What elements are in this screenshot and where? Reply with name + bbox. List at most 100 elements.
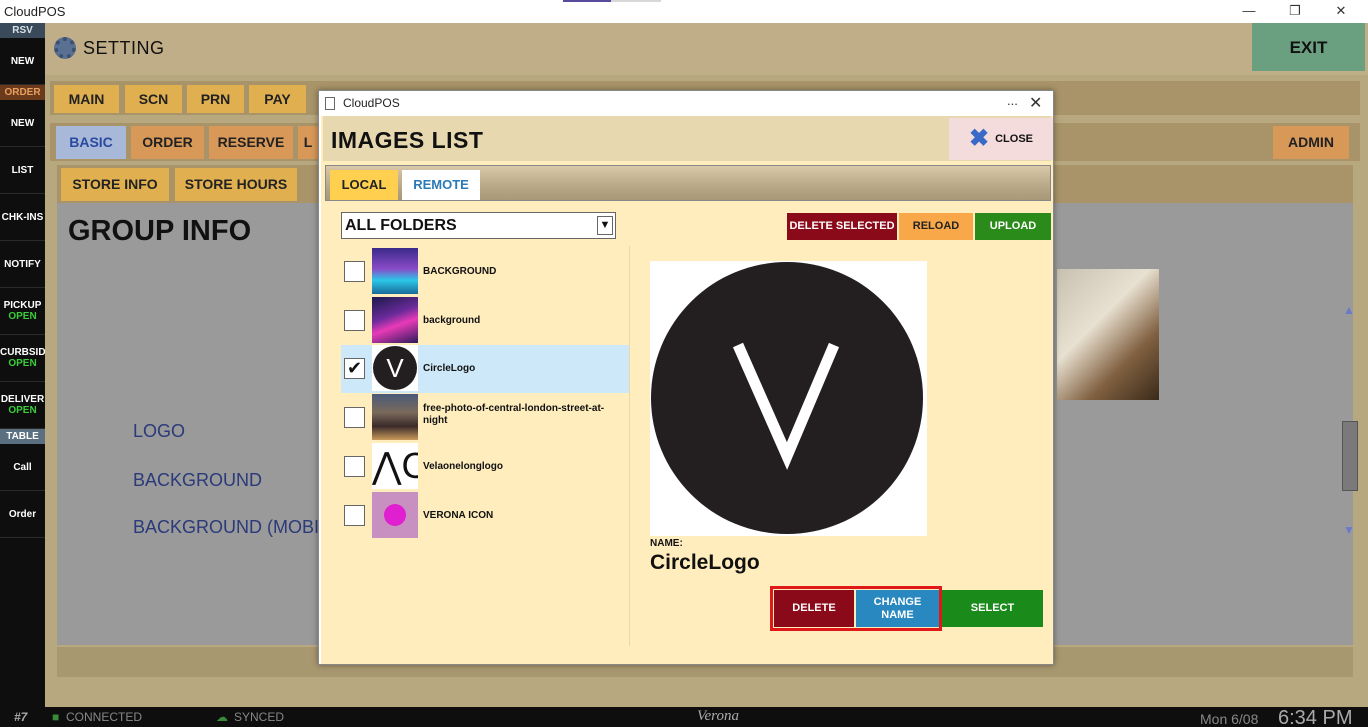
taskbar-accent-2	[611, 0, 661, 2]
select-button[interactable]: SELECT	[942, 590, 1043, 627]
image-row-velaonelonglogo[interactable]: ⋀C Velaonelonglogo	[341, 443, 629, 491]
sidebar-item-label: LIST	[11, 164, 34, 176]
tab-basic[interactable]: BASIC	[56, 126, 126, 159]
sidebar-item-label: CURBSID	[0, 347, 46, 358]
tab-store-hours[interactable]: STORE HOURS	[175, 168, 297, 201]
image-checkbox[interactable]	[344, 505, 365, 526]
image-thumbnail: V	[372, 345, 418, 391]
sync-status: SYNCED	[234, 710, 285, 724]
image-checkbox[interactable]	[344, 456, 365, 477]
dialog-header: IMAGES LIST ✖ CLOSE	[323, 116, 1053, 161]
sidebar-item-curbside[interactable]: CURBSID OPEN	[0, 335, 46, 382]
delivery-status: OPEN	[8, 405, 37, 416]
image-thumbnail	[372, 248, 418, 294]
tab-pay[interactable]: PAY	[249, 85, 306, 113]
tab-remote[interactable]: REMOTE	[402, 170, 480, 200]
date: Mon 6/08	[1200, 711, 1259, 727]
sidebar-item-label: NEW	[10, 117, 35, 129]
image-thumbnail	[372, 297, 418, 343]
sidebar-item-order[interactable]: Order	[0, 491, 45, 538]
sidebar-header-order: ORDER	[0, 85, 45, 100]
brand-logo: Verona	[697, 708, 739, 724]
image-row-circlelogo[interactable]: ✔ V CircleLogo	[341, 345, 629, 393]
sidebar-item-list[interactable]: LIST	[0, 147, 45, 194]
sidebar-item-new-order[interactable]: NEW	[0, 100, 45, 147]
group-info-title: GROUP INFO	[68, 215, 252, 247]
sidebar-item-label: DELIVER	[0, 394, 45, 405]
tab-main[interactable]: MAIN	[54, 85, 119, 113]
image-name: Velaonelonglogo	[423, 461, 504, 472]
image-name: free-photo-of-central-london-street-at-n…	[423, 403, 605, 426]
verona-icon-thumb	[384, 504, 406, 526]
image-thumbnail	[372, 492, 418, 538]
reload-button[interactable]: RELOAD	[899, 213, 973, 240]
restore-button[interactable]: ❐	[1283, 2, 1307, 20]
document-icon	[325, 97, 335, 110]
image-row-background-lower[interactable]: background	[341, 297, 629, 345]
dialog-close-x-button[interactable]: ✕	[1029, 93, 1042, 113]
tab-partial[interactable]: L	[298, 126, 318, 159]
folder-dropdown[interactable]: ALL FOLDERS ▼	[341, 212, 616, 239]
image-name: CircleLogo	[423, 363, 476, 374]
tab-order[interactable]: ORDER	[131, 126, 204, 159]
sidebar-item-new-reservation[interactable]: NEW	[0, 38, 45, 85]
tab-admin[interactable]: ADMIN	[1273, 126, 1349, 159]
connection-status: CONNECTED	[66, 710, 143, 724]
upload-button[interactable]: UPLOAD	[975, 213, 1051, 240]
tab-store-info[interactable]: STORE INFO	[61, 168, 169, 201]
scroll-down-icon[interactable]: ▼	[1343, 523, 1355, 537]
image-row-london-street[interactable]: free-photo-of-central-london-street-at-n…	[341, 394, 629, 442]
connected-icon: ■	[52, 710, 60, 724]
dialog-titlebar: CloudPOS ... ✕	[319, 91, 1053, 116]
more-options-button[interactable]: ...	[1007, 93, 1018, 108]
background-mobile-label: BACKGROUND (MOBI	[133, 517, 320, 537]
dialog-window-title: CloudPOS	[343, 96, 400, 110]
image-row-background-upper[interactable]: BACKGROUND	[341, 248, 629, 296]
background-image	[1057, 269, 1159, 400]
delete-selected-button[interactable]: DELETE SELECTED	[787, 213, 897, 240]
window-title: CloudPOS	[4, 4, 66, 19]
sidebar-item-pickup[interactable]: PICKUP OPEN	[0, 288, 45, 335]
image-row-verona-icon[interactable]: VERONA ICON	[341, 492, 629, 540]
logo-label: LOGO	[133, 421, 186, 441]
dialog-body: IMAGES LIST ✖ CLOSE LOCAL REMOTE ALL FOL…	[321, 116, 1053, 664]
taskbar-accent	[563, 0, 611, 2]
page-title: SETTING	[83, 38, 165, 58]
tab-prn[interactable]: PRN	[187, 85, 244, 113]
dialog-tabs: LOCAL REMOTE	[325, 165, 1051, 201]
dialog-title: IMAGES LIST	[331, 127, 484, 153]
image-checkbox[interactable]	[344, 407, 365, 428]
close-icon: ✖	[968, 125, 990, 152]
close-button[interactable]: ✖ CLOSE	[949, 118, 1053, 160]
curbside-status: OPEN	[8, 358, 37, 369]
tab-scn[interactable]: SCN	[125, 85, 182, 113]
window-close-button[interactable]: ✕	[1329, 2, 1353, 20]
scrollbar-thumb[interactable]	[1342, 421, 1358, 491]
sidebar-header-rsv: RSV	[0, 23, 45, 38]
sidebar-item-delivery[interactable]: DELIVER OPEN	[0, 382, 45, 429]
sidebar-item-notify[interactable]: NOTIFY	[0, 241, 45, 288]
sidebar-item-call[interactable]: Call	[0, 444, 45, 491]
image-checkbox[interactable]	[344, 261, 365, 282]
image-thumbnail	[372, 394, 418, 440]
sidebar-item-label: PICKUP	[3, 300, 42, 311]
minimize-button[interactable]: —	[1237, 2, 1261, 20]
image-checkbox-checked[interactable]: ✔	[344, 358, 365, 379]
image-checkbox[interactable]	[344, 310, 365, 331]
tab-reserve[interactable]: RESERVE	[209, 126, 293, 159]
exit-button[interactable]: EXIT	[1252, 23, 1365, 71]
sidebar-item-label: NOTIFY	[4, 258, 41, 270]
sidebar-item-label: NEW	[10, 55, 35, 67]
tab-local[interactable]: LOCAL	[330, 170, 398, 200]
close-button-label: CLOSE	[995, 133, 1033, 145]
image-name: VERONA ICON	[423, 510, 494, 521]
sidebar-item-label: Order	[8, 508, 37, 520]
image-name: background	[423, 315, 481, 326]
sidebar-item-label: CHK-INS	[1, 211, 44, 223]
images-list-dialog: CloudPOS ... ✕ IMAGES LIST ✖ CLOSE LOCAL…	[318, 90, 1054, 665]
sidebar-header-table: TABLE	[0, 429, 45, 444]
scroll-up-icon[interactable]: ▲	[1343, 303, 1355, 317]
setting-header: SETTING EXIT	[45, 23, 1368, 75]
sidebar-item-chk-ins[interactable]: CHK-INS	[0, 194, 45, 241]
name-value: CircleLogo	[650, 551, 760, 574]
